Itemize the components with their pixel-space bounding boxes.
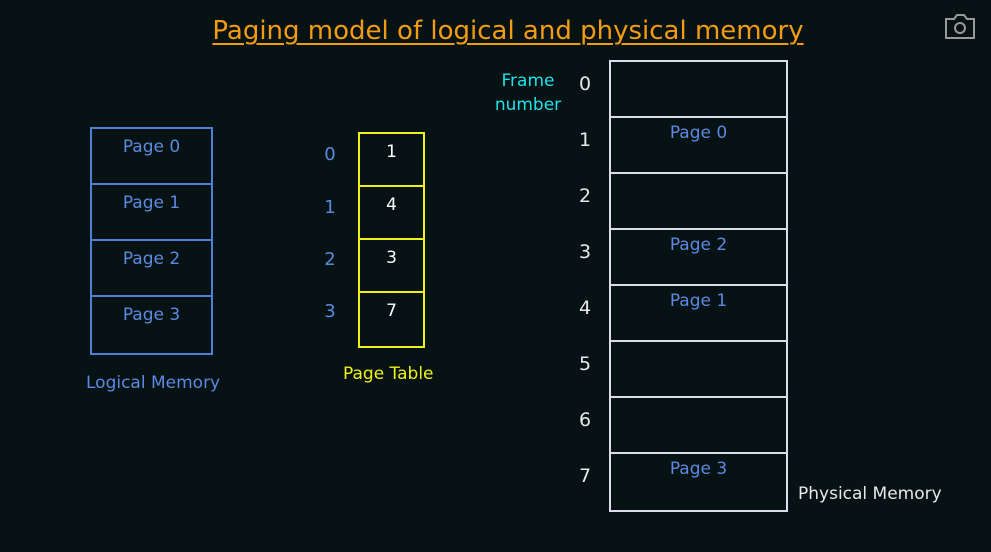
physical-memory-label: Physical Memory bbox=[798, 484, 942, 504]
camera-icon[interactable] bbox=[944, 12, 976, 40]
frame-cell bbox=[611, 398, 786, 454]
logical-memory-table: Page 0 Page 1 Page 2 Page 3 bbox=[90, 127, 213, 355]
page-table-frame: 1 bbox=[360, 134, 423, 187]
frame-number: 4 bbox=[578, 297, 592, 319]
frame-number: 1 bbox=[578, 129, 592, 151]
logical-page: Page 1 bbox=[92, 185, 211, 241]
page-index: 1 bbox=[324, 197, 336, 218]
frame-cell bbox=[611, 174, 786, 230]
page-table-label: Page Table bbox=[343, 364, 434, 384]
logical-page: Page 0 bbox=[92, 129, 211, 185]
page-index: 0 bbox=[324, 144, 336, 165]
frame-number: 2 bbox=[578, 185, 592, 207]
logical-page: Page 3 bbox=[122, 305, 181, 325]
frame-cell: Page 1 bbox=[611, 286, 786, 342]
frame-cell bbox=[611, 342, 786, 398]
diagram-title: Paging model of logical and physical mem… bbox=[212, 16, 804, 46]
page-table-frame: 7 bbox=[386, 301, 397, 321]
page-table-frame: 3 bbox=[360, 240, 423, 293]
frame-cell bbox=[611, 62, 786, 118]
frame-number: 7 bbox=[578, 465, 592, 487]
frame-number: 6 bbox=[578, 409, 592, 431]
page-index: 2 bbox=[324, 249, 336, 270]
logical-page: Page 2 bbox=[92, 241, 211, 297]
frame-number: 0 bbox=[578, 73, 592, 95]
frame-cell: Page 0 bbox=[611, 118, 786, 174]
page-table: 1 4 3 7 bbox=[358, 132, 425, 348]
page-table-frame: 4 bbox=[360, 187, 423, 240]
physical-memory-table: Page 0 Page 2 Page 1 Page 3 bbox=[609, 60, 788, 512]
frame-number-header: Frame number bbox=[494, 71, 562, 115]
frame-number: 3 bbox=[578, 241, 592, 263]
frame-cell: Page 3 bbox=[669, 459, 728, 479]
logical-memory-label: Logical Memory bbox=[86, 373, 221, 393]
page-index: 3 bbox=[324, 301, 336, 322]
frame-number: 5 bbox=[578, 353, 592, 375]
frame-cell: Page 2 bbox=[611, 230, 786, 286]
